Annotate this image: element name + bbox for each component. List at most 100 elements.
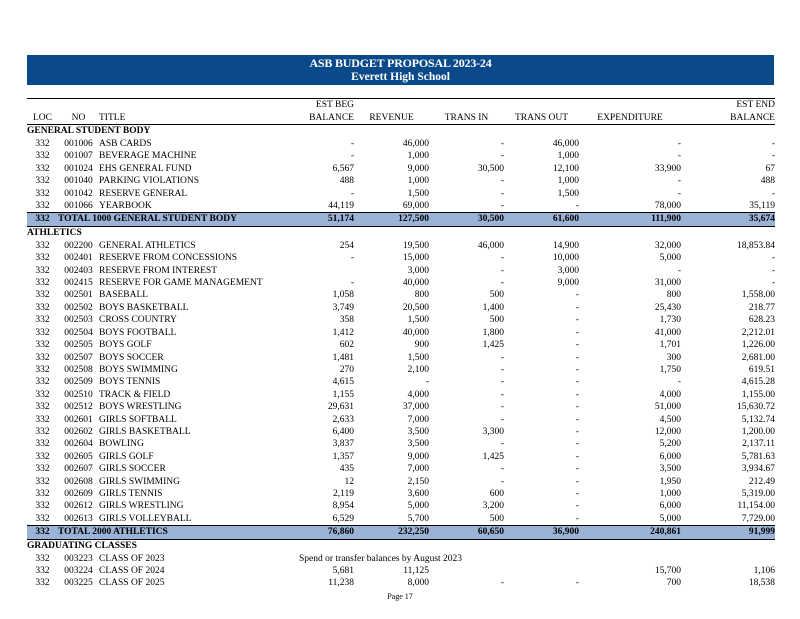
table-cell: 30,500: [477, 163, 504, 174]
table-cell: 5,000: [659, 253, 681, 264]
table-cell: 003224: [64, 566, 93, 576]
table-cell: 1,357: [332, 451, 354, 462]
table-cell: 12,100: [552, 163, 579, 174]
table-cell: 1,500: [407, 352, 429, 363]
table-cell: -: [500, 176, 504, 187]
table-cell: 332: [35, 389, 50, 400]
table-cell: BOYS GOLF: [99, 340, 152, 351]
table-cell: GIRLS TENNIS: [99, 488, 163, 499]
table-cell: 2,100: [407, 364, 429, 375]
table-cell: 332: [35, 176, 50, 187]
table-cell: 332: [35, 476, 50, 487]
table-cell: 332: [35, 364, 50, 375]
total-row: 332 TOTAL 1000 GENERAL STUDENT BODY 51,174…: [27, 212, 775, 227]
table-cell: 1,000: [557, 176, 579, 187]
table-cell: 332: [35, 439, 50, 450]
table-cell: 4,615: [332, 377, 354, 388]
table-cell: 002509: [64, 377, 93, 388]
table-cell: [299, 265, 354, 277]
column-header: TRANS OUT: [504, 111, 579, 125]
column-header: BALANCE: [299, 111, 354, 125]
table-cell: 18,853.84: [737, 240, 775, 251]
table-cell: -: [500, 464, 504, 475]
section-title: GENERAL STUDENT BODY: [27, 126, 151, 136]
table-row: 332 002601 GIRLS SOFTBALL 2,633 7,000 - - 4,500…: [27, 414, 775, 426]
table-cell: 11,125: [403, 566, 429, 576]
table-cell: 44,119: [328, 201, 354, 212]
table-cell: 12,000: [654, 426, 681, 437]
column-header-row: LOC NO TITLE BALANCE REVENUE TRANS IN TRANS OU…: [27, 111, 775, 125]
table-cell: 003225: [64, 578, 93, 589]
table-cell: 1,000: [407, 151, 429, 162]
table-cell: 20,500: [402, 302, 429, 313]
table-cell: [504, 565, 579, 577]
table-cell: 332: [35, 426, 50, 437]
table-cell: 332: [35, 163, 50, 174]
table-row: 332 002605 GIRLS GOLF 1,357 9,000 1,425 - 6,000…: [27, 451, 775, 463]
table-cell: 1,500: [407, 315, 429, 326]
table-cell: TRACK & FIELD: [99, 389, 171, 400]
table-cell: 002601: [64, 414, 93, 425]
table-cell: 12: [344, 476, 355, 487]
table-cell: 31,000: [654, 278, 681, 289]
table-cell: 001066: [64, 201, 93, 212]
table-cell: 332: [35, 578, 50, 589]
table-cell: 5,319.00: [741, 488, 775, 499]
table-cell: BASEBALL: [99, 290, 149, 301]
table-cell: 002200: [64, 240, 93, 251]
table-cell: 3,500: [659, 464, 681, 475]
table-cell: -: [575, 201, 579, 212]
table-cell: 900: [414, 340, 429, 351]
table-cell: 332: [35, 377, 50, 388]
page-number: Page 17: [387, 592, 413, 601]
table-cell: CLASS OF 2025: [99, 578, 165, 589]
table-row: 332 002613 GIRLS VOLLEYBALL 6,529 5,700 500 - 5…: [27, 513, 775, 526]
table-cell: GIRLS SWIMMING: [99, 476, 181, 487]
table-cell: -: [575, 364, 579, 375]
table-cell: 602: [339, 340, 354, 351]
table-cell: 002415: [64, 278, 93, 289]
table-cell: 5,700: [407, 513, 429, 524]
total-value: 36,900: [504, 525, 579, 540]
table-cell: 69,000: [402, 201, 429, 212]
table-row: 332 001007 BEVERAGE MACHINE - 1,000 - 1,000 - -: [27, 150, 775, 162]
table-cell: -: [575, 352, 579, 363]
total-value: 232,250: [354, 525, 429, 540]
table-cell: 11,238: [328, 578, 354, 589]
table-row: 332 002507 BOYS SOCCER 1,481 1,500 - - 300 2,681…: [27, 352, 775, 364]
table-cell: 001040: [64, 176, 93, 187]
total-value: 111,900: [579, 212, 681, 227]
table-cell: -: [350, 188, 354, 199]
table-row: 332 001024 EHS GENERAL FUND 6,567 9,000 30,50…: [27, 163, 775, 175]
table-cell: -: [771, 188, 775, 199]
table-cell: 332: [35, 464, 50, 475]
table-cell: 2,119: [332, 488, 354, 499]
table-cell: 33,900: [654, 163, 681, 174]
column-header: [504, 98, 579, 112]
table-cell: BOYS SWIMMING: [99, 364, 178, 375]
table-cell: 1,500: [557, 188, 579, 199]
section-title: GRADUATING CLASSES: [27, 540, 137, 551]
table-row: 332 001066 YEARBOOK 44,119 69,000 - - 78,000 35,…: [27, 200, 775, 213]
table-cell: -: [500, 476, 504, 487]
table-cell: 1,950: [659, 476, 681, 487]
table-cell: 002504: [64, 327, 93, 338]
table-row: 332 002512 BOYS WRESTLING 29,631 37,000 - - 51,…: [27, 401, 775, 413]
table-cell: 500: [489, 290, 504, 301]
table-cell: YEARBOOK: [99, 201, 152, 212]
table-cell: 1,058: [332, 290, 354, 301]
table-cell: 1,558.00: [741, 290, 775, 301]
table-cell: 001024: [64, 163, 93, 174]
table-cell: 7,729.00: [741, 513, 775, 524]
table-cell: 700: [666, 578, 681, 589]
table-cell: ASB CARDS: [99, 139, 152, 149]
column-header: REVENUE: [354, 111, 429, 125]
column-header: TITLE: [99, 111, 299, 125]
table-cell: 9,000: [557, 278, 579, 289]
table-cell: -: [575, 302, 579, 313]
table-cell: 3,000: [557, 265, 579, 276]
table-cell: -: [575, 501, 579, 512]
table-cell: 002501: [64, 290, 93, 301]
table-cell: 002508: [64, 364, 93, 375]
total-value: 60,650: [429, 525, 504, 540]
